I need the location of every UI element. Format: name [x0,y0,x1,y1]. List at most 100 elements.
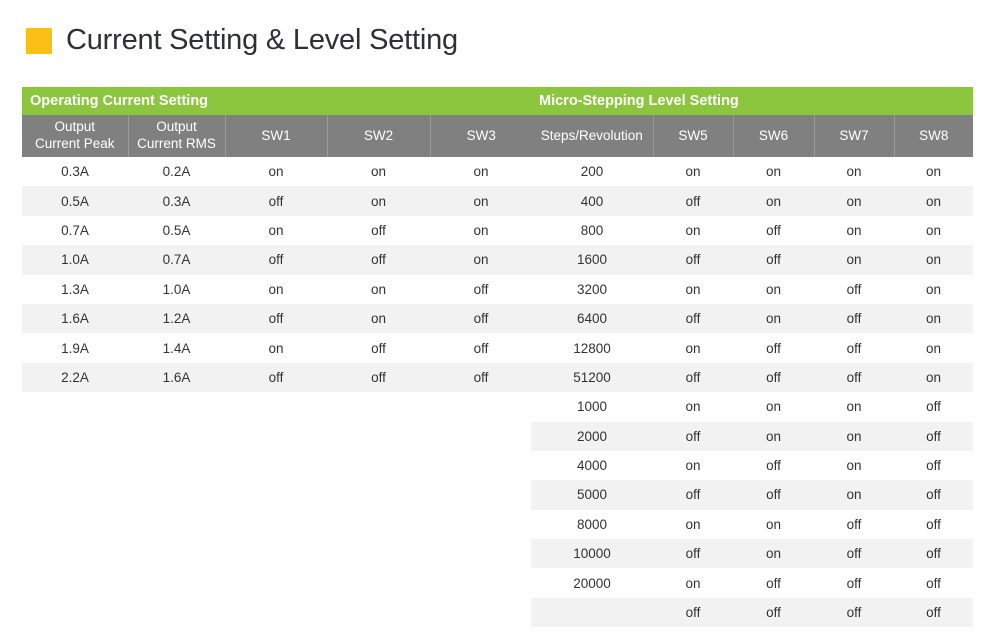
table-cell: off [327,215,430,246]
table-cell: off [225,245,327,275]
column-header-sw7: SW7 [813,115,894,157]
table-cell: on [814,157,894,187]
table-cell: on [653,509,733,540]
column-header-line-2: Current Peak [34,136,115,151]
table-cell: 0.3A [22,157,128,187]
table-row: 5000 off off on off [531,480,974,510]
table-row: 3200 on on off on [531,274,974,304]
table-cell: off [733,215,814,246]
table-row: off off off off [531,597,974,628]
table-cell: off [653,597,733,628]
table-row: 1.6A 1.2A off on off [22,303,533,334]
table-column-header-row: Steps/Revolution SW5 SW6 SW7 SW8 [531,115,974,157]
table-cell: 0.3A [128,186,225,216]
table-cell: 0.7A [22,215,128,246]
table-cell: off [814,333,894,363]
table-cell: 1.6A [22,303,128,334]
table-group-header: Micro-Stepping Level Setting [531,87,974,115]
table-row: 0.7A 0.5A on off on [22,215,533,246]
table-cell: 12800 [531,333,653,363]
table-cell: on [653,450,733,481]
table-cell: on [225,333,327,363]
table-cell: on [733,303,814,334]
table-cell: on [894,157,974,187]
table-cell [531,597,653,628]
table-cell: 20000 [531,568,653,598]
column-header-line-1: Output [54,119,96,135]
table-cell: off [733,480,814,510]
table-cell: on [814,215,894,246]
table-row: 20000 on off off off [531,568,974,598]
table-row: 1600 off off on on [531,245,974,275]
table-cell: on [430,245,533,275]
table-cell: on [894,186,974,216]
table-cell: off [814,362,894,393]
table-cell: off [653,421,733,451]
table-column-header-row: Output Current Peak Output Current RMS S… [22,115,533,157]
table-cell: off [430,303,533,334]
table-cell: off [814,568,894,598]
table-cell: on [894,215,974,246]
table-cell: 2.2A [22,362,128,393]
table-cell: off [814,274,894,304]
table-cell: on [653,568,733,598]
table-cell: 6400 [531,303,653,334]
table-cell: off [733,568,814,598]
table-cell: on [653,392,733,422]
column-header-steps-per-revolution: Steps/Revolution [531,115,653,157]
table-cell: on [225,157,327,187]
table-cell: on [733,186,814,216]
column-header-line-1: Output [156,119,197,135]
table-cell: off [733,450,814,481]
table-row: 12800 on off off on [531,333,974,363]
table-cell: on [225,215,327,246]
table-cell: 800 [531,215,653,246]
table-row: 1.9A 1.4A on off off [22,333,533,363]
table-cell: off [814,539,894,569]
table-row: 0.3A 0.2A on on on [22,157,533,187]
table-row: 2.2A 1.6A off off off [22,362,533,393]
column-header-sw2: SW2 [326,115,430,157]
table-body: 0.3A 0.2A on on on 0.5A 0.3A off on on 0.7A 0.5A on o… [22,157,533,393]
table-cell: on [430,215,533,246]
table-cell: off [653,303,733,334]
table-cell: 1.2A [128,303,225,334]
table-cell: on [814,186,894,216]
table-cell: on [430,157,533,187]
table-cell: on [225,274,327,304]
table-cell: off [894,509,974,540]
table-cell: off [430,333,533,363]
table-cell: 5000 [531,480,653,510]
table-cell: on [814,392,894,422]
table-cell: 1.0A [22,245,128,275]
table-cell: off [653,480,733,510]
table-cell: off [733,333,814,363]
table-cell: 1.0A [128,274,225,304]
column-header-sw5: SW5 [652,115,733,157]
table-cell: on [430,186,533,216]
table-cell: on [733,509,814,540]
table-cell: 200 [531,157,653,187]
table-cell: on [894,303,974,334]
table-cell: 1.6A [128,362,225,393]
column-header-sw1: SW1 [224,115,327,157]
table-row: 2000 off on on off [531,421,974,451]
table-cell: on [894,245,974,275]
table-cell: off [327,245,430,275]
table-cell: off [894,450,974,481]
table-cell: 8000 [531,509,653,540]
table-cell: on [327,186,430,216]
column-header-line-2: Current RMS [137,136,216,151]
table-cell: off [733,597,814,628]
table-row: 1.0A 0.7A off off on [22,245,533,275]
table-cell: off [653,362,733,393]
table-cell: 51200 [531,362,653,393]
table-cell: 2000 [531,421,653,451]
table-cell: 0.5A [22,186,128,216]
table-row: 6400 off on off on [531,303,974,334]
table-cell: off [733,245,814,275]
table-cell: off [894,597,974,628]
table-cell: 1600 [531,245,653,275]
column-header-output-current-peak: Output Current Peak [22,115,128,157]
table-cell: off [814,303,894,334]
